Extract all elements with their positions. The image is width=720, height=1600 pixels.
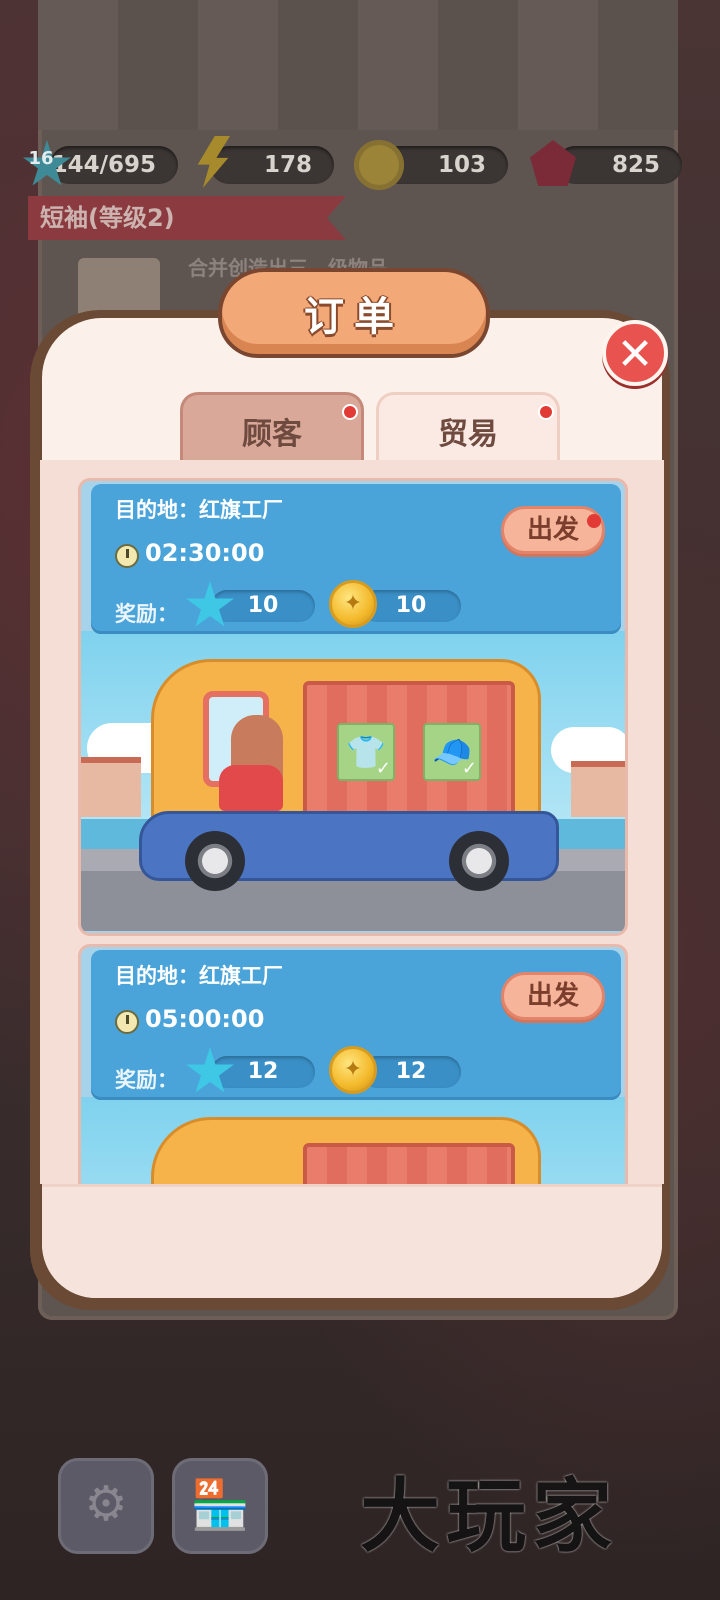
truck-scene (81, 1097, 625, 1184)
truck-cargo (303, 1143, 515, 1184)
level-number: 16 (28, 148, 54, 169)
reward-stars-value: 12 (211, 1056, 315, 1088)
cargo-item-shirt: 👕 ✓ (337, 723, 395, 781)
order-destination: 目的地：红旗工厂 (115, 498, 283, 522)
truck-cargo (303, 681, 515, 831)
shop-icon: 🏪 (190, 1477, 250, 1533)
order-card-header: 目的地：红旗工厂 05:00:00 奖励： 12 12 出发 (91, 950, 621, 1100)
xp-counter: 144/695 (50, 146, 178, 184)
depart-notification-dot (587, 514, 601, 528)
tab-trade-label: 贸易 (438, 417, 498, 452)
tab-trade[interactable]: 贸易 (376, 392, 560, 464)
gem-counter: 825 (556, 146, 682, 184)
background-board-top (38, 0, 678, 130)
reward-label: 奖励： (115, 602, 178, 626)
reward-stars-value: 10 (211, 590, 315, 622)
truck-wheel (185, 831, 245, 891)
order-timer: 05:00:00 (145, 1005, 265, 1033)
shop-button[interactable]: 🏪 (172, 1458, 268, 1554)
close-button[interactable]: ✕ (602, 320, 668, 386)
watermark-logo: 大玩家 (360, 1469, 618, 1563)
close-icon: ✕ (616, 329, 654, 380)
clock-icon (115, 544, 139, 568)
tab-customers-label: 顾客 (242, 417, 302, 452)
order-destination: 目的地：红旗工厂 (115, 964, 283, 988)
order-timer: 02:30:00 (145, 539, 265, 567)
cargo-item-cap: 🧢 ✓ (423, 723, 481, 781)
coin-icon (329, 1046, 377, 1094)
order-card: 👕 ✓ 🧢 ✓ 目的地：红旗工厂 02:30:00 奖励： 10 10 出发 (78, 478, 628, 936)
coin-icon (354, 140, 404, 190)
settings-button[interactable]: ⚙ (58, 1458, 154, 1554)
tab-customers-notification-dot (342, 404, 358, 420)
gear-icon: ⚙ (84, 1476, 128, 1532)
order-card: 目的地：红旗工厂 05:00:00 奖励： 12 12 出发 (78, 944, 628, 1184)
truck-wheel (449, 831, 509, 891)
energy-counter: 178 (210, 146, 334, 184)
modal-footer (42, 1184, 662, 1298)
reward-label: 奖励： (115, 1068, 178, 1092)
item-ribbon-title: 短袖(等级2) (28, 196, 346, 240)
check-icon: ✓ (375, 758, 391, 779)
depart-button[interactable]: 出发 (501, 506, 605, 554)
tab-trade-notification-dot (538, 404, 554, 420)
tab-customers[interactable]: 顾客 (180, 392, 364, 464)
building (81, 757, 141, 817)
building (571, 761, 625, 817)
modal-title: 订单 (304, 294, 404, 340)
truck-scene: 👕 ✓ 🧢 ✓ (81, 631, 625, 931)
depart-button[interactable]: 出发 (501, 972, 605, 1020)
coin-icon (329, 580, 377, 628)
clock-icon (115, 1010, 139, 1034)
check-icon: ✓ (461, 758, 477, 779)
order-list[interactable]: 👕 ✓ 🧢 ✓ 目的地：红旗工厂 02:30:00 奖励： 10 10 出发 (40, 460, 664, 1184)
order-card-header: 目的地：红旗工厂 02:30:00 奖励： 10 10 出发 (91, 484, 621, 634)
